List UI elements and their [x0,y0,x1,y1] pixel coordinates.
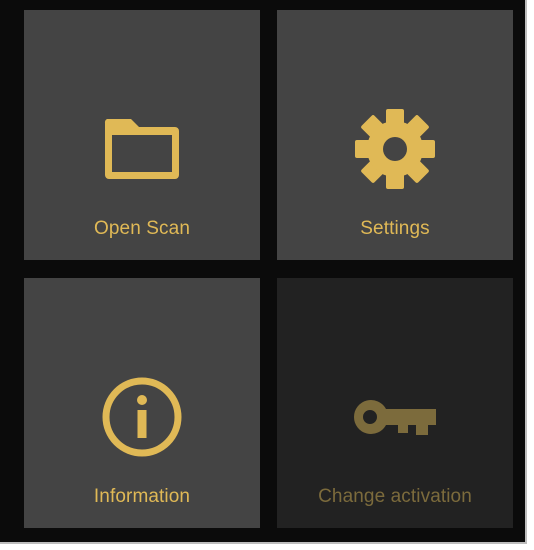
settings-label: Settings [360,218,430,239]
information-button[interactable]: Information [24,278,260,528]
info-icon [97,372,187,462]
folder-icon [97,104,187,194]
information-label: Information [93,486,191,507]
settings-button[interactable]: Settings [277,10,513,260]
main-menu-grid: Open Scan Settings Information Change ac… [0,0,527,544]
change-activation-label: Change activation [318,486,472,507]
change-activation-button[interactable]: Change activation [277,278,513,528]
gear-icon [350,104,440,194]
open-scan-button[interactable]: Open Scan [24,10,260,260]
open-scan-label: Open Scan [94,218,190,239]
key-icon [350,372,440,462]
